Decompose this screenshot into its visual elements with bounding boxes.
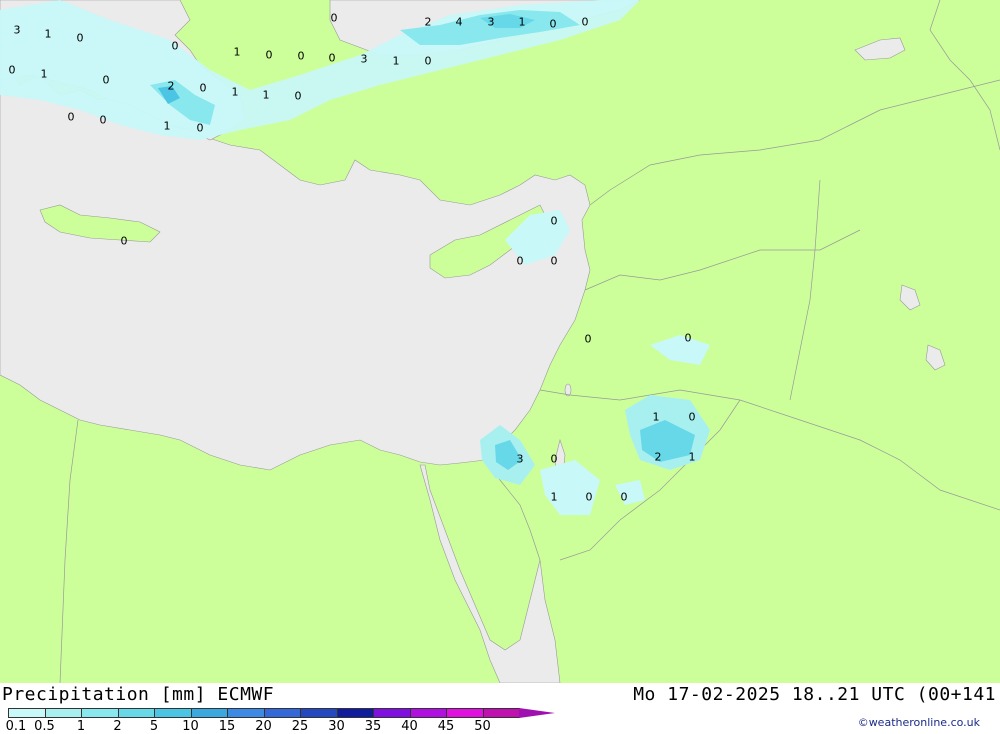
precip-value-label: 0 [99, 113, 107, 127]
precip-value-label: 1 [40, 67, 48, 81]
precip-value-label: 0 [294, 89, 302, 103]
legend-tick-label: 2 [113, 719, 122, 734]
precip-value-label: 0 [549, 17, 557, 31]
legend-swatch [336, 708, 374, 718]
precip-value-label: 3 [487, 15, 495, 29]
legend-tick-label: 35 [364, 719, 382, 734]
legend-swatch [81, 708, 119, 718]
precip-value-label: 0 [67, 110, 75, 124]
legend-tick-label: 25 [291, 719, 309, 734]
legend-tick-label: 20 [255, 719, 272, 734]
precip-value-label: 1 [233, 45, 241, 59]
precip-value-label: 1 [392, 54, 400, 68]
legend-tick-label: 15 [218, 719, 236, 734]
precip-value-label: 1 [231, 85, 239, 99]
legend-swatch [154, 708, 192, 718]
forecast-datetime: Mo 17-02-2025 18..21 UTC (00+141 [633, 684, 996, 705]
precip-value-label: 0 [297, 49, 305, 63]
legend-tick-label: 0.1 [5, 719, 27, 734]
legend-arrow [519, 708, 555, 718]
precip-value-label: 2 [424, 15, 432, 29]
precip-value-label: 0 [585, 490, 593, 504]
precip-value-label: 0 [424, 54, 432, 68]
legend-tick-label: 30 [328, 719, 345, 734]
precip-value-label: 0 [265, 48, 273, 62]
precip-value-label: 0 [328, 51, 336, 65]
legend-swatch [190, 708, 228, 718]
legend-tick-label: 1 [76, 719, 86, 734]
precip-value-label: 0 [199, 81, 207, 95]
legend-tick-label: 45 [437, 719, 455, 734]
legend-tick-label: 0.5 [34, 719, 55, 734]
precip-value-label: 0 [8, 63, 16, 77]
precip-value-label: 0 [584, 332, 592, 346]
precip-value-label: 4 [455, 15, 463, 29]
legend-tick-label: 50 [474, 719, 491, 734]
precip-value-label: 2 [654, 450, 662, 464]
precip-value-label: 1 [163, 119, 171, 133]
precip-value-label: 0 [550, 452, 558, 466]
legend-swatch [44, 708, 82, 718]
precip-value-label: 0 [171, 39, 179, 53]
precip-value-label: 1 [262, 88, 270, 102]
precip-value-label: 1 [44, 27, 52, 41]
legend-swatch [8, 708, 46, 718]
precip-value-label: 3 [360, 52, 368, 66]
precip-value-label: 2 [167, 79, 175, 93]
map-title: Precipitation [mm] ECMWF [2, 684, 275, 705]
legend-swatch [373, 708, 411, 718]
legend-tick-label: 10 [182, 719, 199, 734]
precip-value-label: 1 [688, 450, 696, 464]
precip-value-label: 0 [120, 234, 128, 248]
legend-swatch [263, 708, 301, 718]
precip-value-label: 1 [518, 15, 526, 29]
precip-value-label: 0 [550, 214, 558, 228]
legend-swatch [117, 708, 155, 718]
legend-tick-label: 5 [149, 719, 159, 734]
precip-value-label: 3 [516, 452, 524, 466]
precip-value-label: 0 [102, 73, 110, 87]
credit-link[interactable]: ©weatheronline.co.uk [858, 716, 980, 729]
precip-value-label: 0 [688, 410, 696, 424]
precipitation-map [0, 0, 1000, 683]
precip-value-label: 1 [652, 410, 660, 424]
precip-value-label: 0 [330, 11, 338, 25]
legend-swatch [446, 708, 484, 718]
legend-swatch [227, 708, 265, 718]
precip-value-label: 0 [581, 15, 589, 29]
precip-value-label: 3 [13, 23, 21, 37]
precip-value-label: 1 [550, 490, 558, 504]
legend-swatch [409, 708, 447, 718]
precip-value-label: 0 [516, 254, 524, 268]
legend-swatch [300, 708, 338, 718]
legend-swatch [482, 708, 520, 718]
precip-value-label: 0 [76, 31, 84, 45]
precip-value-label: 0 [620, 490, 628, 504]
precip-value-label: 0 [196, 121, 204, 135]
legend-tick-label: 40 [401, 719, 418, 734]
precip-value-label: 0 [550, 254, 558, 268]
precip-value-label: 0 [684, 331, 692, 345]
map-canvas [0, 0, 1000, 683]
